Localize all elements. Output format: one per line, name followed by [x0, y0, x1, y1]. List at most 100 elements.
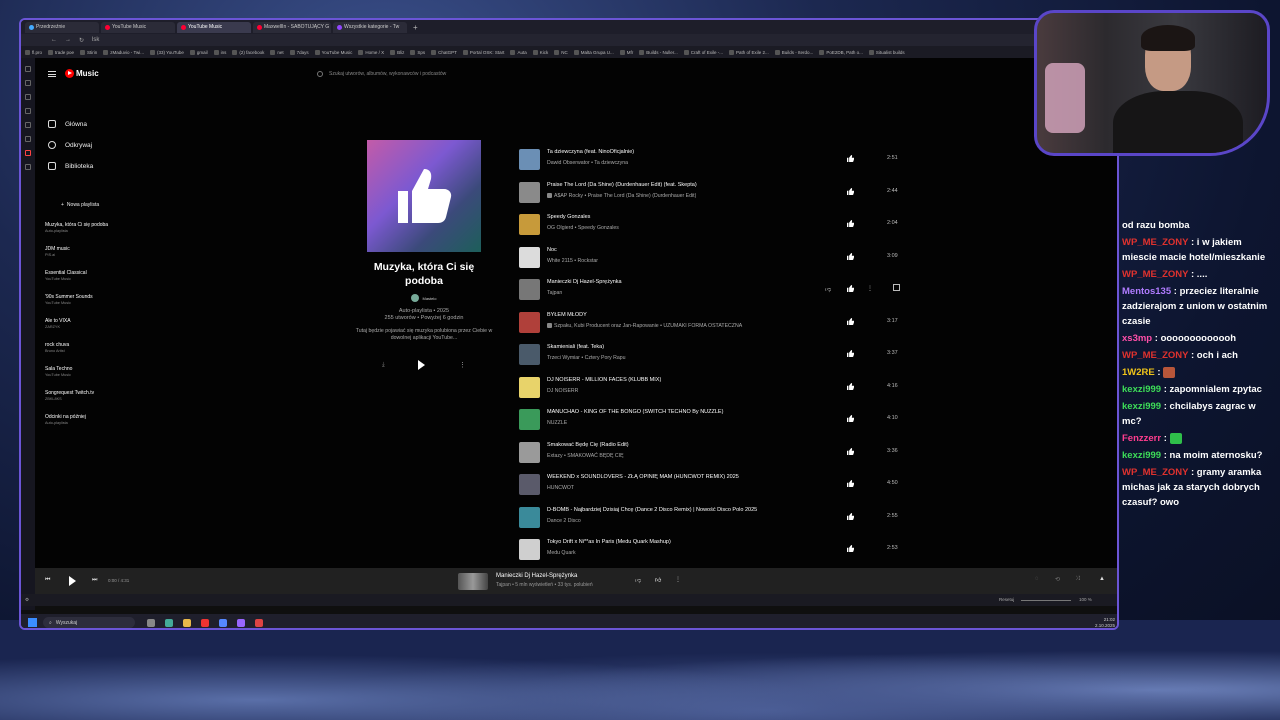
track-title[interactable]: Noc: [547, 247, 557, 253]
app-icon[interactable]: [255, 619, 263, 627]
like-icon[interactable]: [847, 480, 854, 487]
track-thumbnail[interactable]: [519, 539, 540, 560]
track-row[interactable]: Tokyo Drift x Ni**as In Paris (Medu Quar…: [517, 536, 909, 566]
taskbar-search-input[interactable]: Wyszukaj: [56, 620, 77, 626]
player-play-button[interactable]: [69, 576, 76, 586]
like-icon[interactable]: [847, 317, 854, 325]
track-artist[interactable]: Szpaku, Kubi Producent oraz Jan-Rapowani…: [547, 323, 742, 329]
chat-username[interactable]: WP_ME_ZONY: [1122, 467, 1188, 478]
nav-library[interactable]: Biblioteka: [48, 162, 93, 170]
sidebar-playlist-item[interactable]: Sala Techno YouTube Music: [45, 366, 135, 377]
now-playing-title[interactable]: Manieczki Dj Hazel-Sprężynka: [496, 573, 577, 579]
sidebar-playlist-item[interactable]: Muzyka, która Ci się podoba Auto-playlist…: [45, 222, 135, 233]
bookmark-item[interactable]: Craft of Exile -...: [683, 49, 723, 55]
bookmark-item[interactable]: Stirin: [80, 49, 97, 55]
opera-icon[interactable]: [201, 619, 209, 627]
chat-username[interactable]: 1W2RE: [1122, 367, 1155, 378]
bookmark-item[interactable]: ChatGPT: [431, 49, 457, 55]
bookmark-item[interactable]: Malta Grupa U...: [573, 49, 614, 55]
like-icon[interactable]: [847, 155, 854, 162]
reload-icon[interactable]: ↻: [79, 37, 84, 44]
like-icon[interactable]: [847, 252, 854, 260]
playlist-owner[interactable]: Mastelo: [355, 294, 493, 302]
like-icon[interactable]: [847, 187, 854, 195]
track-thumbnail[interactable]: [519, 214, 540, 235]
bookmark-item[interactable]: Bliz: [390, 49, 404, 55]
tab-2[interactable]: YouTube Music: [101, 21, 175, 33]
bookmark-item[interactable]: fl.pro: [25, 49, 42, 55]
track-row[interactable]: MANUCHAO - KING OF THE BONGO (SWITCH TEC…: [517, 406, 909, 436]
sidebar-playlist-item[interactable]: Songrequest Twitch.tv ZBKL8KS: [45, 390, 135, 401]
track-title[interactable]: Ta dziewczyna (feat. NinoOficjalnie): [547, 149, 634, 155]
like-icon[interactable]: [847, 415, 854, 422]
track-artist[interactable]: Tajpan: [547, 290, 562, 296]
sidebar-playlist-item[interactable]: rock chuva Bruno Artist: [45, 342, 135, 353]
track-title[interactable]: WEEKEND x SOUNDLOVERS - ZŁĄ OPINIĘ MAM (…: [547, 474, 739, 480]
rail-icon[interactable]: [25, 108, 31, 114]
now-playing-thumbnail[interactable]: [458, 573, 488, 590]
tab-1[interactable]: Przedrzeźnie: [25, 21, 99, 33]
track-title[interactable]: Tokyo Drift x Ni**as In Paris (Medu Quar…: [547, 539, 671, 545]
more-icon[interactable]: ⋮: [459, 361, 466, 369]
track-artist[interactable]: Medu Quark: [547, 550, 576, 556]
windows-start-icon[interactable]: [28, 618, 37, 627]
like-icon[interactable]: [847, 545, 854, 552]
track-artist[interactable]: Dance 2 Disco: [547, 518, 581, 524]
select-checkbox[interactable]: [893, 284, 900, 291]
next-icon[interactable]: ⏭: [92, 577, 97, 584]
like-icon[interactable]: [847, 447, 854, 455]
search-bar[interactable]: Szukaj utworów, albumów, wykonawców i po…: [317, 68, 517, 79]
download-icon[interactable]: ⤓: [382, 362, 385, 369]
track-thumbnail[interactable]: [519, 279, 540, 300]
chat-username[interactable]: Fenzzerr: [1122, 433, 1161, 444]
zoom-slider[interactable]: [1021, 600, 1071, 601]
track-thumbnail[interactable]: [519, 344, 540, 365]
track-row[interactable]: Speedy Gonzales OG Olgierd • Speedy Gonza…: [517, 211, 909, 241]
bookmark-item[interactable]: Home / X: [358, 49, 384, 55]
track-title[interactable]: Skamieniali (feat. Teka): [547, 344, 604, 350]
track-title[interactable]: Praise The Lord (Da Shine) (Durdenhauer …: [547, 182, 697, 188]
bookmark-item[interactable]: Builds - Iterdo...: [774, 49, 813, 55]
folder-icon[interactable]: [183, 619, 191, 627]
track-thumbnail[interactable]: [519, 311, 540, 333]
track-thumbnail[interactable]: [519, 149, 540, 170]
dislike-icon[interactable]: 👎︎: [635, 576, 641, 584]
zoom-reset[interactable]: Resetuj: [999, 597, 1014, 602]
repeat-icon[interactable]: ⟲: [1055, 576, 1060, 583]
tab-5[interactable]: Wszystkie kategorie - Tw: [333, 21, 407, 33]
track-title[interactable]: Smakować Będę Cię (Radio Edit): [547, 442, 629, 448]
new-playlist-button[interactable]: + Nowa playlista: [61, 202, 99, 208]
track-thumbnail[interactable]: [519, 181, 540, 203]
bookmark-item[interactable]: Situalist builds: [868, 49, 905, 55]
track-title[interactable]: DJ NOISERR - MILLION FACES (KLUBB MIX): [547, 377, 661, 383]
track-thumbnail[interactable]: [519, 246, 540, 268]
new-tab-button[interactable]: +: [413, 23, 418, 32]
back-icon[interactable]: ←: [51, 37, 57, 43]
track-row[interactable]: BYŁEM MŁODY Szpaku, Kubi Producent oraz J…: [517, 309, 909, 339]
tab-3[interactable]: YouTube Music: [177, 21, 251, 33]
track-row[interactable]: Ta dziewczyna (feat. NinoOficjalnie) Dawi…: [517, 146, 909, 176]
track-artist[interactable]: DJ NOISERR: [547, 388, 578, 394]
sidebar-playlist-item[interactable]: Essential Classical YouTube Music: [45, 270, 135, 281]
track-thumbnail[interactable]: [519, 474, 540, 495]
tab-4[interactable]: MaxwellIn - SABOTUJĄCY G: [253, 21, 331, 33]
track-row[interactable]: Noc White 2115 • Rockstar 3:09: [517, 244, 909, 274]
clock[interactable]: 21:02 2.10.2025: [1095, 617, 1115, 628]
track-artist[interactable]: OG Olgierd • Speedy Gonzales: [547, 225, 619, 231]
ytmusic-logo[interactable]: Music: [65, 69, 99, 78]
like-icon[interactable]: 👍︎: [655, 576, 661, 584]
forward-icon[interactable]: →: [65, 37, 71, 43]
play-button[interactable]: [418, 360, 426, 370]
track-thumbnail[interactable]: [519, 506, 540, 528]
bookmark-item[interactable]: (33) YouTube: [149, 49, 184, 55]
bookmark-item[interactable]: Kick: [532, 49, 548, 55]
bookmark-item[interactable]: net: [270, 49, 284, 55]
chat-username[interactable]: xs3mp: [1122, 333, 1152, 344]
more-icon[interactable]: ⋮: [867, 285, 873, 292]
bookmark-item[interactable]: (2) facebook: [232, 49, 264, 55]
track-title[interactable]: D-BOMB - Najbardziej Dzisiaj Chcę (Dance…: [547, 507, 757, 513]
track-artist[interactable]: Extazy • SMAKOWAĆ BĘDĘ CIĘ: [547, 453, 624, 459]
app-icon[interactable]: [165, 619, 173, 627]
bookmark-item[interactable]: gmail: [189, 49, 208, 55]
rail-icon[interactable]: [25, 94, 31, 100]
